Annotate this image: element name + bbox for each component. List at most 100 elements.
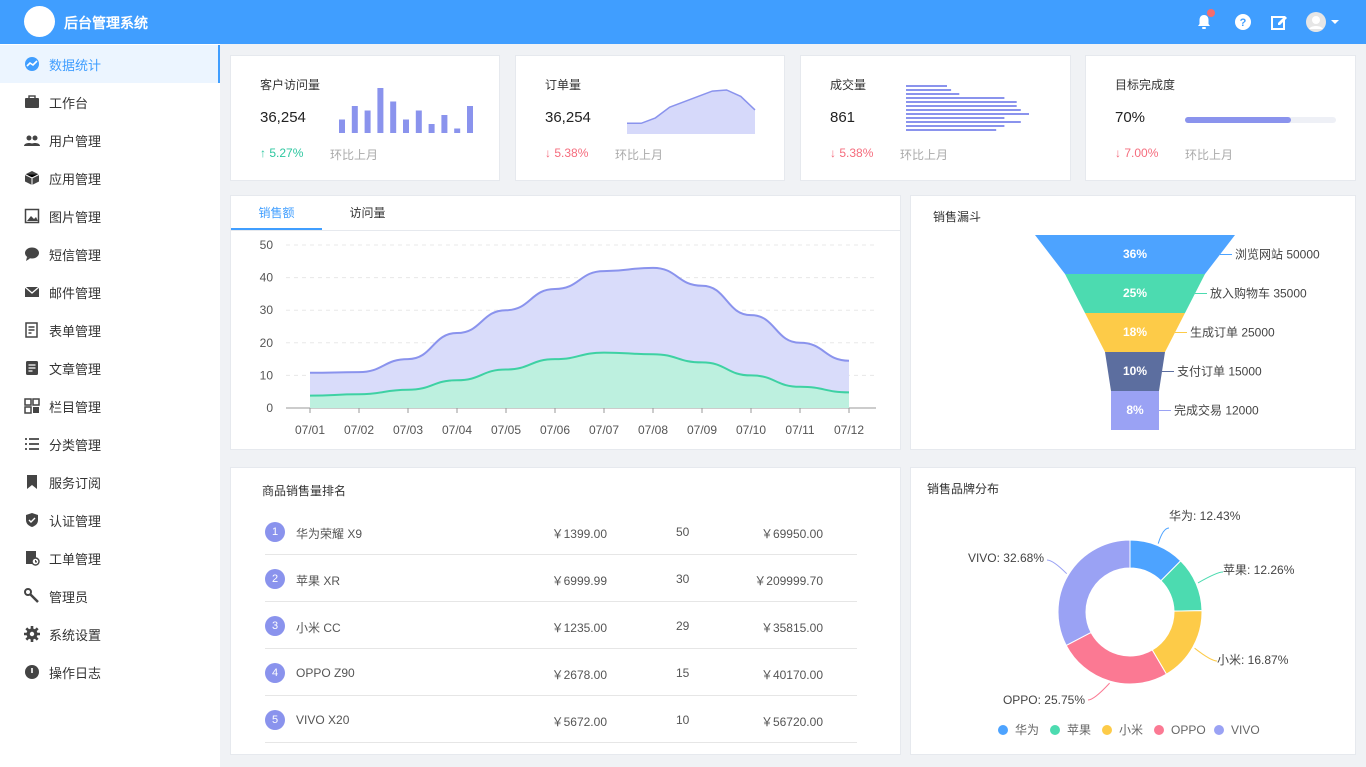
ranking-title: 商品销售量排名: [262, 484, 347, 498]
sidebar-item-11[interactable]: 服务订阅: [0, 463, 220, 501]
legend-marker: [1050, 725, 1060, 735]
kpi-compare: 环比上月: [330, 148, 379, 162]
sparkline-hbar: [906, 89, 952, 91]
product-total: ￥209999.70: [754, 574, 823, 588]
sidebar-item-label: 工作台: [49, 95, 89, 111]
shield-icon: [24, 512, 40, 528]
sparkline-hbar: [906, 125, 1005, 127]
sidebar-item-label: 服务订阅: [49, 475, 102, 491]
sidebar-item-2[interactable]: 用户管理: [0, 121, 220, 159]
kpi-trend: ↓ 5.38%: [545, 146, 589, 160]
product-qty: 15: [676, 666, 690, 680]
donut-slice: [1065, 631, 1168, 685]
kpi-trend: ↑ 5.27%: [260, 146, 304, 160]
sidebar-item-1[interactable]: 工作台: [0, 83, 220, 121]
sidebar-item-8[interactable]: 文章管理: [0, 349, 220, 387]
grid-icon: [24, 398, 40, 414]
rank-badge: 2: [265, 569, 285, 589]
y-tick-label: 50: [260, 238, 274, 252]
legend-marker: [1154, 725, 1164, 735]
sidebar-item-4[interactable]: 图片管理: [0, 197, 220, 235]
funnel-label: 浏览网站 50000: [1235, 247, 1320, 262]
product-name: 苹果 XR: [296, 574, 341, 588]
tab-sales[interactable]: 销售额: [231, 196, 322, 230]
sidebar-item-label: 栏目管理: [49, 399, 102, 415]
product-name: OPPO Z90: [296, 666, 355, 680]
sidebar-item-12[interactable]: 认证管理: [0, 501, 220, 539]
sidebar-item-label: 文章管理: [49, 361, 102, 377]
kpi-card-orders: 订单量 36,254 ↓ 5.38% 环比上月: [515, 55, 785, 181]
gear-icon: [24, 626, 40, 642]
donut-label-line: [1087, 682, 1110, 701]
legend-label[interactable]: VIVO: [1231, 723, 1260, 737]
sidebar-item-15[interactable]: 系统设置: [0, 615, 220, 653]
sidebar-item-3[interactable]: 应用管理: [0, 159, 220, 197]
sales-area-chart: 50 40 30 20 10 0 07/01 07/02 07/03 07/04 07/05 07/0…: [260, 238, 876, 437]
rank-badge: 5: [265, 710, 285, 730]
funnel-label: 完成交易 12000: [1174, 403, 1259, 418]
help-icon[interactable]: ?: [1232, 11, 1254, 33]
sparkline-bar: [454, 128, 461, 133]
y-tick-label: 0: [266, 401, 273, 415]
sidebar-item-0[interactable]: 数据统计: [0, 45, 220, 83]
article-icon: [24, 360, 40, 376]
sparkline-bar: [364, 110, 371, 133]
sparkline-hbar: [906, 129, 997, 131]
sidebar-item-13[interactable]: 工单管理: [0, 539, 220, 577]
sidebar: 数据统计工作台用户管理 应用管理 图片管理 短信管理邮件管理表单管理文章管理栏目管理分…: [0, 44, 220, 767]
legend-label[interactable]: 苹果: [1067, 723, 1091, 737]
product-qty: 29: [676, 619, 690, 633]
legend-label[interactable]: 小米: [1119, 723, 1143, 737]
top-header: 后台管理系统 ?: [0, 0, 1366, 44]
sidebar-item-10[interactable]: 分类管理: [0, 425, 220, 463]
svg-text:?: ?: [1240, 17, 1247, 29]
sparkline-bar: [403, 119, 409, 133]
form-icon: [24, 322, 40, 338]
x-tick-label: 07/10: [736, 423, 766, 437]
sparkline-bar: [339, 119, 345, 133]
deals-sparkline: [906, 85, 1029, 131]
product-name: VIVO X20: [296, 713, 350, 727]
sidebar-item-9[interactable]: 栏目管理: [0, 387, 220, 425]
kpi-compare: 环比上月: [900, 148, 949, 162]
x-tick-label: 07/06: [540, 423, 570, 437]
sparkline-bar: [467, 106, 473, 133]
legend-label[interactable]: 华为: [1015, 723, 1039, 737]
user-avatar-menu[interactable]: [1305, 11, 1343, 33]
sidebar-item-5[interactable]: 短信管理: [0, 235, 220, 273]
sparkline-hbar: [906, 117, 1005, 119]
sales-chart-card: 销售额 访问量 50 40 30 20 10 0 07/01 07/02 07/03 07/04 0…: [230, 195, 901, 450]
kpi-label: 成交量: [830, 78, 867, 92]
product-price: ￥1399.00: [551, 527, 607, 541]
rank-badge: 1: [265, 522, 285, 542]
tab-visits[interactable]: 访问量: [322, 196, 413, 230]
sidebar-item-16[interactable]: 操作日志: [0, 653, 220, 691]
goal-progress-track: [1185, 117, 1336, 123]
sparkline-bar: [428, 124, 435, 133]
sales-funnel-chart: 36% 浏览网站 50000 25% 放入购物车 35000 18% 生成订单 25000…: [1035, 235, 1320, 430]
product-price: ￥1235.00: [551, 621, 607, 635]
product-qty: 10: [676, 713, 690, 727]
x-tick-label: 07/02: [344, 423, 374, 437]
orders-sparkline: [627, 89, 756, 134]
sidebar-item-7[interactable]: 表单管理: [0, 311, 220, 349]
legend-marker: [1102, 725, 1112, 735]
sidebar-item-14[interactable]: 管理员: [0, 577, 220, 615]
mail-icon: [24, 284, 40, 300]
sidebar-item-label: 邮件管理: [49, 285, 102, 301]
x-tick-label: 07/09: [687, 423, 717, 437]
sidebar-item-6[interactable]: 邮件管理: [0, 273, 220, 311]
product-name: 华为荣耀 X9: [296, 527, 363, 541]
goal-progress-fill: [1185, 117, 1291, 123]
edit-icon[interactable]: [1268, 11, 1290, 33]
legend-label[interactable]: OPPO: [1171, 723, 1206, 737]
donut-slice: [1057, 539, 1131, 647]
users-icon: [24, 132, 40, 148]
logo: [24, 6, 55, 37]
y-tick-label: 10: [260, 368, 274, 382]
x-tick-label: 07/03: [393, 423, 423, 437]
notification-bell-icon[interactable]: [1193, 9, 1215, 33]
sparkline-bar: [351, 106, 358, 133]
x-tick-label: 07/05: [491, 423, 521, 437]
x-tick-label: 07/12: [834, 423, 864, 437]
